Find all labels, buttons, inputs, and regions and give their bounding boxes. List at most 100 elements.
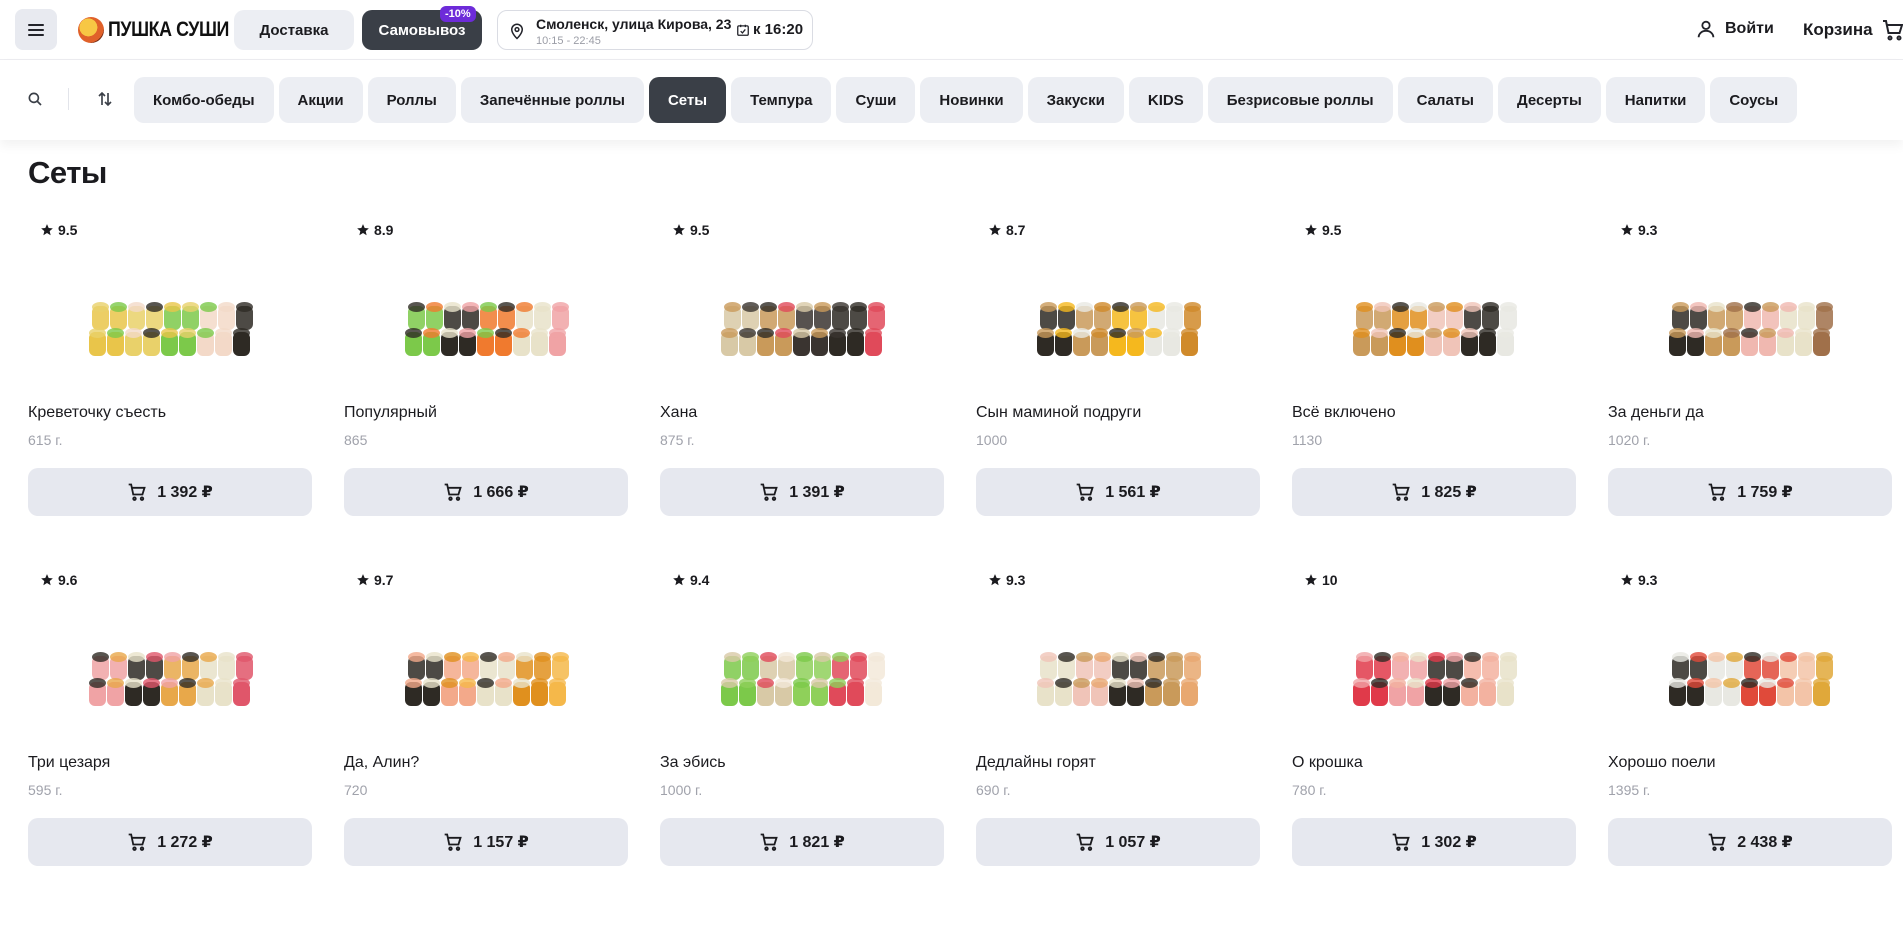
product-image[interactable] [1608, 246, 1892, 406]
search-icon[interactable] [26, 90, 44, 108]
product-image[interactable] [976, 246, 1260, 406]
category-tab[interactable]: Безрисовые роллы [1207, 77, 1393, 123]
product-name[interactable]: Три цезаря [28, 754, 110, 772]
rating-value: 9.3 [1638, 572, 1658, 588]
add-to-cart-button[interactable]: 1 057 ₽ [976, 818, 1260, 866]
add-to-cart-button[interactable]: 1 825 ₽ [1292, 468, 1576, 516]
star-icon [41, 224, 53, 236]
login-label: Войти [1725, 20, 1774, 37]
location-pin-icon [510, 23, 524, 40]
product-weight: 690 г. [976, 782, 1011, 798]
category-list: Комбо-обеды Акции Роллы Запечённые роллы Сет… [134, 77, 1798, 123]
category-tab[interactable]: Темпура [731, 77, 832, 123]
add-to-cart-button[interactable]: 1 391 ₽ [660, 468, 944, 516]
product-image[interactable] [28, 596, 312, 756]
category-tab[interactable]: Роллы [367, 77, 456, 123]
product-card[interactable]: 9.5 Хана 875 г. 1 391 ₽ [660, 210, 944, 530]
product-image[interactable] [1608, 596, 1892, 756]
product-image[interactable] [1292, 596, 1576, 756]
product-card[interactable]: 9.3 Дедлайны горят 690 г. 1 057 ₽ [976, 560, 1260, 880]
category-tab[interactable]: Суши [836, 77, 916, 123]
product-card[interactable]: 9.5 Креветочку съесть 615 г. 1 392 ₽ [28, 210, 312, 530]
star-icon [673, 224, 685, 236]
category-tab[interactable]: Запечённые роллы [460, 77, 644, 123]
product-name[interactable]: Дедлайны горят [976, 754, 1096, 772]
rating: 9.5 [672, 222, 709, 238]
add-to-cart-button[interactable]: 1 272 ₽ [28, 818, 312, 866]
delivery-button[interactable]: Доставка [234, 10, 354, 50]
product-image[interactable] [344, 596, 628, 756]
category-tab[interactable]: Напитки [1605, 77, 1706, 123]
category-tab[interactable]: Акции [278, 77, 363, 123]
product-image[interactable] [28, 246, 312, 406]
product-card[interactable]: 10 О крошка 780 г. 1 302 ₽ [1292, 560, 1576, 880]
product-card[interactable]: 9.5 Всё включено 1130 1 825 ₽ [1292, 210, 1576, 530]
product-weight: 780 г. [1292, 782, 1327, 798]
add-to-cart-button[interactable]: 1 561 ₽ [976, 468, 1260, 516]
product-card[interactable]: 9.4 За эбись 1000 г. 1 821 ₽ [660, 560, 944, 880]
product-weight: 875 г. [660, 432, 695, 448]
star-icon [989, 224, 1001, 236]
rating-value: 8.7 [1006, 222, 1026, 238]
add-to-cart-button[interactable]: 1 157 ₽ [344, 818, 628, 866]
product-card[interactable]: 8.9 Популярный 865 1 666 ₽ [344, 210, 628, 530]
product-card[interactable]: 9.3 Хорошо поели 1395 г. 2 438 ₽ [1608, 560, 1892, 880]
category-tab[interactable]: KIDS [1128, 77, 1203, 123]
product-name[interactable]: За деньги да [1608, 404, 1704, 422]
rating: 9.3 [1620, 222, 1657, 238]
add-to-cart-button[interactable]: 1 302 ₽ [1292, 818, 1576, 866]
product-name[interactable]: О крошка [1292, 754, 1363, 772]
add-to-cart-button[interactable]: 1 759 ₽ [1608, 468, 1892, 516]
add-to-cart-button[interactable]: 1 666 ₽ [344, 468, 628, 516]
product-name[interactable]: Хана [660, 404, 697, 422]
product-weight: 1000 [976, 432, 1008, 448]
product-card[interactable]: 9.7 Да, Алин? 720 1 157 ₽ [344, 560, 628, 880]
category-tab[interactable]: Соусы [1710, 77, 1798, 123]
login-button[interactable]: Войти [1695, 18, 1774, 40]
product-name[interactable]: Креветочку съесть [28, 404, 166, 422]
category-tab[interactable]: Комбо-обеды [134, 77, 274, 123]
product-image[interactable] [660, 246, 944, 406]
product-card[interactable]: 9.6 Три цезаря 595 г. 1 272 ₽ [28, 560, 312, 880]
product-name[interactable]: Сын маминой подруги [976, 404, 1141, 422]
star-icon [357, 224, 369, 236]
address-selector[interactable]: Смоленск, улица Кирова, 23 10:15 - 22:45… [497, 10, 813, 50]
product-name[interactable]: Популярный [344, 404, 437, 422]
product-image[interactable] [1292, 246, 1576, 406]
rating: 9.3 [988, 572, 1025, 588]
price: 1 392 ₽ [157, 484, 213, 501]
sort-icon[interactable] [96, 89, 114, 109]
product-name[interactable]: Хорошо поели [1608, 754, 1716, 772]
page-title: Сеты [28, 155, 107, 190]
category-tab[interactable]: Салаты [1397, 77, 1493, 123]
product-card[interactable]: 8.7 Сын маминой подруги 1000 1 561 ₽ [976, 210, 1260, 530]
cart-label: Корзина [1803, 20, 1873, 39]
cart-icon [1076, 483, 1094, 501]
product-image[interactable] [344, 246, 628, 406]
star-icon [357, 574, 369, 586]
product-weight: 1395 г. [1608, 782, 1651, 798]
product-name[interactable]: Всё включено [1292, 404, 1396, 422]
product-weight: 615 г. [28, 432, 63, 448]
product-name[interactable]: Да, Алин? [344, 754, 419, 772]
product-image[interactable] [660, 596, 944, 756]
logo[interactable]: ПУШКА СУШИ [78, 14, 250, 46]
category-tab[interactable]: Новинки [920, 77, 1023, 123]
cart-icon [1076, 833, 1094, 851]
price: 1 821 ₽ [789, 834, 845, 851]
add-to-cart-button[interactable]: 1 392 ₽ [28, 468, 312, 516]
category-tab[interactable]: Закуски [1027, 77, 1124, 123]
rating-value: 9.4 [690, 572, 710, 588]
add-to-cart-button[interactable]: 2 438 ₽ [1608, 818, 1892, 866]
product-image[interactable] [976, 596, 1260, 756]
cart-button[interactable]: Корзина [1803, 18, 1903, 42]
product-name[interactable]: За эбись [660, 754, 726, 772]
calendar-check-icon [737, 24, 749, 36]
category-tab[interactable]: Сеты [648, 77, 727, 123]
menu-button[interactable] [15, 9, 57, 50]
add-to-cart-button[interactable]: 1 821 ₽ [660, 818, 944, 866]
price: 1 825 ₽ [1421, 484, 1477, 501]
category-tab[interactable]: Десерты [1497, 77, 1601, 123]
ready-time-label: к 16:20 [753, 21, 804, 38]
product-card[interactable]: 9.3 За деньги да 1020 г. 1 759 ₽ [1608, 210, 1892, 530]
